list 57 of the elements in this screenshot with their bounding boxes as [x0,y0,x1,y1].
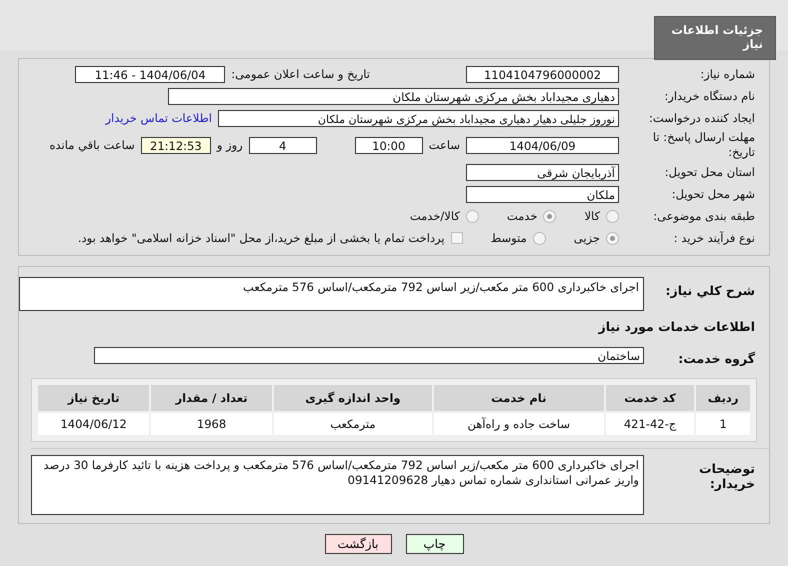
table-cell: 1404/06/12 [37,412,150,436]
field-label: نوع فرآیند خرید : [672,231,755,245]
radio-button[interactable] [606,210,619,222]
remaining-label: ساعت باقي مانده [50,138,135,152]
field-label: گروه خدمت: [677,350,755,366]
description-area: اجرای خاکبرداری 600 متر مکعب/زیر اساس 792 مترمکعب/اساس 576 مترمکعب [19,277,644,311]
requester-field: نوروز جلیلی دهیار دهیاری مجیداباد بخش مرکزی شهرستان ملکان [218,110,619,126]
table-cell: ساخت جاده و راه‌آهن [432,412,605,436]
city-field: ملکان [466,186,619,202]
column-header: تاریخ نیاز [37,384,150,412]
table-cell: مترمکعب [272,412,433,436]
days-label: روز و [216,138,243,152]
section-heading: اطلاعات خدمات مورد نیاز [597,318,756,336]
deadline-date-field: 1404/06/09 [466,136,619,154]
radio-button[interactable] [532,232,546,244]
field-label: توضیحات خریدار: [698,460,755,491]
checkbox[interactable] [450,232,463,244]
field-label: شرح کلي نیاز: [664,282,755,298]
column-header: کد خدمت [604,384,696,412]
column-header: واحد اندازه گیری [272,384,433,412]
column-header: ردیف [695,384,751,412]
service-group-field: ساختمان [94,346,644,364]
column-header: نام خدمت [432,384,605,412]
remaining-time-field: 21:12:53 [140,136,211,154]
buyer-notes-area: اجرای خاکبرداری 600 متر مکعب/زیر اساس 792 مترمکعب/اساس 576 مترمکعب و پرداخت هزینه با تائید کارفرما 30 درصد واریز عمرانی استانداری شماره تماس دهیار 09141209628 [31,455,644,515]
field-label: شهر محل تحویل: [670,187,755,201]
time-label: ساعت [428,138,460,152]
radio-button[interactable] [466,210,479,222]
column-header: تعداد / مقدار [150,384,273,412]
table-cell: ج-42-421 [604,412,696,436]
field-label: تاریخ و ساعت اعلان عمومی: [231,67,370,81]
contact-link[interactable]: اطلاعات تماس خریدار [105,111,212,125]
radio-label: متوسط [490,231,527,245]
radio-button[interactable] [543,210,556,222]
announce-date-field: 1404/06/04 - 11:46 [75,66,226,82]
field-label: شماره نیاز: [699,67,755,81]
days-field: 4 [248,136,317,154]
field-label: استان محل تحویل: [664,165,755,179]
radio-label: کالا/خدمت [410,209,460,223]
province-field: آذربایجان شرقی [466,164,619,180]
radio-label: جزیی [574,231,600,245]
need-number-field: 1104104796000002 [466,66,619,82]
table-cell: 1 [695,412,751,436]
page-title: جزئیات اطلاعات نیاز [654,16,776,60]
radio-label: کالا [584,209,600,223]
field-label: نام دستگاه خریدار: [663,89,755,103]
buyer-org-field: دهیاری مجیداباد بخش مرکزی شهرستان ملکان [168,88,619,104]
radio-label: خدمت [506,209,538,223]
field-label: طبقه بندی موضوعی: [652,209,755,223]
field-label: ایجاد کننده درخواست: [648,111,755,125]
field-label: مهلت ارسال پاسخ: تا تاریخ: [652,130,755,160]
table-cell: 1968 [150,412,273,436]
radio-button[interactable] [606,232,619,244]
back-button[interactable]: بازگشت [324,534,392,554]
checkbox-label: پرداخت تمام یا بخشی از مبلغ خرید،از محل "اسناد خزانه اسلامی" خواهد بود. [78,231,445,245]
print-button[interactable]: چاپ [406,534,464,554]
deadline-time-field: 10:00 [354,136,423,154]
